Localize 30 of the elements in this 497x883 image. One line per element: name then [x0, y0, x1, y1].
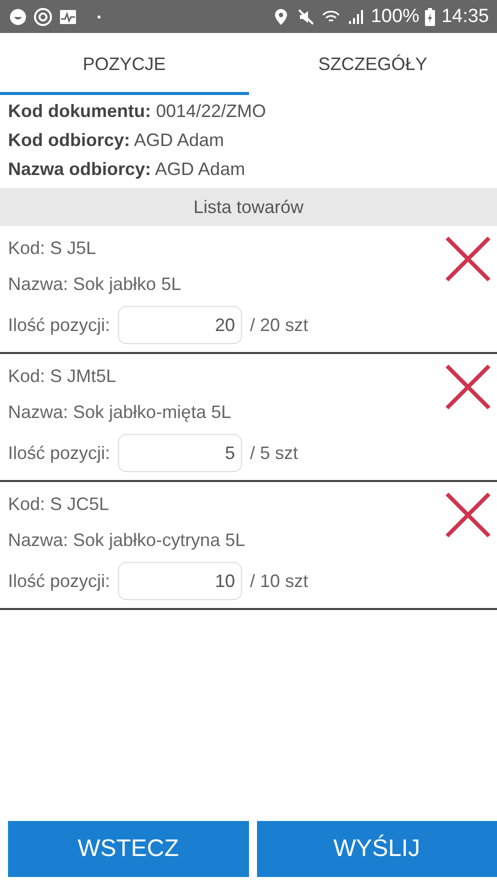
quantity-label: Ilość pozycji:: [8, 570, 110, 592]
battery-percent: 100%: [370, 6, 420, 28]
product-code: Kod: S JC5L: [8, 493, 110, 516]
quantity-field[interactable]: 5: [118, 434, 242, 472]
delete-icon[interactable]: [445, 364, 491, 410]
quantity-label: Ilość pozycji:: [8, 314, 110, 336]
clock: 14:35: [441, 6, 489, 28]
quantity-label: Ilość pozycji:: [8, 442, 110, 464]
product-code: Kod: S J5L: [8, 237, 98, 260]
quantity-field[interactable]: 10: [118, 562, 242, 600]
battery-icon: [424, 6, 436, 26]
mute-icon: [296, 6, 316, 26]
quantity-field[interactable]: 20: [118, 306, 242, 344]
product-name: Nazwa: Sok jabłko-mięta 5L: [8, 401, 232, 424]
face-icon: [8, 6, 28, 26]
quantity-total: / 10 szt: [250, 570, 308, 592]
dot-icon: [97, 14, 101, 18]
document-info-line: Kod odbiorcy: AGD Adam: [8, 129, 226, 152]
action-button[interactable]: WYŚLIJ: [256, 821, 497, 877]
delete-icon[interactable]: [445, 236, 491, 282]
document-info-line: Nazwa odbiorcy: AGD Adam: [8, 158, 246, 181]
document-info-line: Kod dokumentu: 0014/22/ZMO: [8, 100, 268, 123]
list-header: Lista towarów: [0, 188, 497, 226]
product-code: Kod: S JMt5L: [8, 365, 118, 388]
action-button[interactable]: WSTECZ: [8, 821, 248, 877]
quantity-total: / 20 szt: [250, 314, 308, 336]
product-name: Nazwa: Sok jabłko 5L: [8, 273, 182, 296]
delete-icon[interactable]: [445, 492, 491, 538]
product-name: Nazwa: Sok jabłko-cytryna 5L: [8, 529, 246, 552]
quantity-total: / 5 szt: [250, 442, 298, 464]
